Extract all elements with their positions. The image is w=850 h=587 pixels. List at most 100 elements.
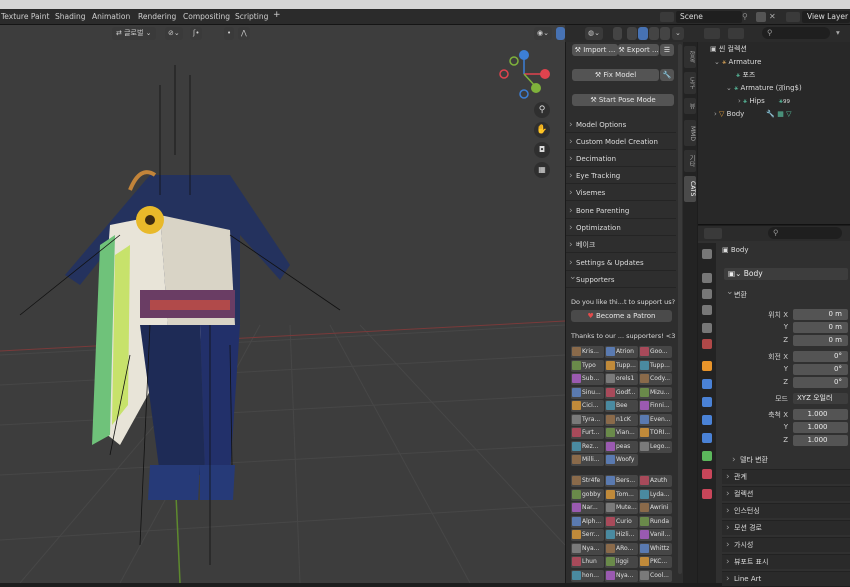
supporter-button[interactable]: Finni... bbox=[639, 400, 672, 412]
outliner-editor-icon[interactable] bbox=[704, 28, 720, 39]
view-layer-tab-icon[interactable] bbox=[702, 305, 712, 315]
section-transform[interactable]: 변환 bbox=[722, 285, 850, 303]
supporter-button[interactable]: Milli... bbox=[571, 454, 604, 466]
grid-icon[interactable]: ▦ bbox=[534, 162, 550, 178]
particles-tab-icon[interactable] bbox=[702, 397, 712, 407]
location-x-field[interactable]: 0 m bbox=[793, 309, 848, 320]
supporter-button[interactable]: Cool... bbox=[639, 569, 672, 582]
section-viewport-display[interactable]: 뷰포트 표시 bbox=[722, 554, 850, 570]
sidebar-scrollbar[interactable] bbox=[678, 44, 682, 574]
armature-row[interactable]: ⌄ ⚹ Armature bbox=[698, 56, 850, 69]
supporter-button[interactable]: Tyra... bbox=[571, 413, 604, 426]
supporter-button[interactable]: Godf... bbox=[605, 386, 638, 399]
tab-scripting[interactable]: Scripting bbox=[235, 12, 268, 21]
camera-icon[interactable]: ◘ bbox=[534, 142, 550, 158]
snap-toggle[interactable]: • bbox=[224, 27, 235, 40]
supporter-button[interactable]: Mizu... bbox=[639, 386, 672, 399]
location-z-field[interactable]: 0 m bbox=[793, 335, 848, 346]
supporter-button[interactable]: hon... bbox=[571, 569, 604, 582]
supporter-button[interactable]: Nya... bbox=[571, 542, 604, 555]
supporter-button[interactable]: Even... bbox=[639, 413, 672, 426]
solid-shading-icon[interactable] bbox=[638, 27, 648, 40]
supporter-button[interactable]: Hizli... bbox=[605, 529, 638, 541]
section-model-options[interactable]: Model Options bbox=[566, 117, 676, 133]
supporter-button[interactable]: Woofy bbox=[605, 454, 638, 466]
rendered-shading-icon[interactable] bbox=[660, 27, 670, 40]
object-tab-icon[interactable] bbox=[702, 361, 712, 371]
texture-tab-icon[interactable] bbox=[702, 489, 712, 499]
section-delta-transform[interactable]: 델타 변환 bbox=[728, 453, 850, 468]
tab-cats[interactable]: CATS bbox=[684, 176, 696, 202]
pivot-dropdown[interactable]: ⊘⌄ bbox=[165, 27, 183, 40]
supporter-button[interactable]: Nya... bbox=[605, 569, 638, 582]
tool-tab-icon[interactable] bbox=[702, 249, 712, 259]
tab-texture-paint[interactable]: Texture Paint bbox=[1, 12, 49, 21]
render-tab-icon[interactable] bbox=[702, 273, 712, 283]
supporter-button[interactable]: Tupp... bbox=[639, 359, 672, 372]
physics-tab-icon[interactable] bbox=[702, 415, 712, 425]
view-layer-icon[interactable] bbox=[786, 12, 800, 22]
material-tab-icon[interactable] bbox=[702, 469, 712, 479]
new-scene-icon[interactable] bbox=[756, 12, 766, 22]
section-visibility[interactable]: 가시성 bbox=[722, 537, 850, 553]
menu-icon[interactable]: ☰ bbox=[660, 44, 674, 56]
section-visemes[interactable]: Visemes bbox=[566, 185, 676, 201]
tab-shading[interactable]: Shading bbox=[55, 12, 85, 21]
proportional-edit-icon[interactable]: ⋀ bbox=[238, 27, 250, 40]
section-optimization[interactable]: Optimization bbox=[566, 220, 676, 236]
supporter-button[interactable]: Str4fe bbox=[571, 475, 604, 487]
add-workspace-button[interactable]: + bbox=[273, 10, 281, 20]
tab-mmd[interactable]: MMD bbox=[684, 120, 696, 146]
supporter-button[interactable]: Mute... bbox=[605, 502, 638, 514]
supporter-button[interactable]: Lego... bbox=[639, 440, 672, 453]
supporter-button[interactable]: Cody... bbox=[639, 373, 672, 385]
rotation-z-field[interactable]: 0° bbox=[793, 377, 848, 388]
3d-viewport[interactable]: ⇄ 글로벌 ⌄ ⊘⌄ ʃ• • ⋀ ◉⌄ ⚲ ✋ ◘ ▦ bbox=[0, 25, 565, 583]
supporter-button[interactable]: Goo... bbox=[639, 346, 672, 358]
supporter-button[interactable]: Sinu... bbox=[571, 386, 604, 399]
pan-hand-icon[interactable]: ✋ bbox=[534, 122, 550, 138]
supporter-button[interactable]: TORI... bbox=[639, 427, 672, 439]
display-mode-icon[interactable] bbox=[728, 28, 744, 39]
supporter-button[interactable]: Rez... bbox=[571, 440, 604, 453]
supporter-button[interactable]: PKC... bbox=[639, 556, 672, 568]
supporter-button[interactable]: liggi bbox=[605, 556, 638, 568]
tab-view[interactable]: 뷰 bbox=[684, 98, 696, 114]
transform-orientation-dropdown[interactable]: ⇄ 글로벌 ⌄ bbox=[112, 27, 156, 40]
supporter-button[interactable]: Lyda... bbox=[639, 488, 672, 501]
tab-compositing[interactable]: Compositing bbox=[183, 12, 230, 21]
section-collections[interactable]: 컬렉션 bbox=[722, 486, 850, 502]
world-tab-icon[interactable] bbox=[702, 339, 712, 349]
supporter-button[interactable]: Serr... bbox=[571, 529, 604, 541]
visibility-dropdown[interactable]: ◉⌄ bbox=[534, 27, 552, 40]
supporter-button[interactable]: Bers... bbox=[605, 475, 638, 487]
supporter-button[interactable]: Furt... bbox=[571, 427, 604, 439]
supporter-button[interactable]: ARo... bbox=[605, 542, 638, 555]
rotation-y-field[interactable]: 0° bbox=[793, 364, 848, 375]
supporter-button[interactable]: orels1 bbox=[605, 373, 638, 385]
snap-dropdown[interactable]: ʃ• bbox=[190, 27, 203, 40]
supporter-button[interactable]: n1cK bbox=[605, 413, 638, 426]
rotation-mode-dropdown[interactable]: XYZ 오일러 bbox=[793, 393, 848, 404]
scale-y-field[interactable]: 1.000 bbox=[793, 422, 848, 433]
section-supporters[interactable]: Supporters bbox=[566, 269, 676, 288]
supporter-button[interactable]: Tom... bbox=[605, 488, 638, 501]
hips-row[interactable]: › ⚹ Hips ⚹99 bbox=[698, 95, 850, 108]
material-shading-icon[interactable] bbox=[649, 27, 659, 40]
supporter-button[interactable]: Vanil... bbox=[639, 529, 672, 541]
supporter-button[interactable]: gobby bbox=[571, 488, 604, 501]
section-decimation[interactable]: Decimation bbox=[566, 151, 676, 167]
scene-field[interactable]: Scene bbox=[676, 11, 742, 23]
supporter-button[interactable]: Curio bbox=[605, 515, 638, 528]
character-model[interactable] bbox=[65, 170, 290, 500]
scene-tab-icon[interactable] bbox=[702, 323, 712, 333]
wireframe-shading-icon[interactable] bbox=[627, 27, 637, 40]
zoom-icon[interactable]: ⚲ bbox=[534, 102, 550, 118]
supporter-button[interactable]: Typo bbox=[571, 359, 604, 372]
supporter-button[interactable]: Nar... bbox=[571, 502, 604, 514]
supporter-button[interactable]: Awrini bbox=[639, 502, 672, 514]
supporter-button[interactable]: Lhun bbox=[571, 556, 604, 568]
tab-rendering[interactable]: Rendering bbox=[138, 12, 176, 21]
export-button[interactable]: ⚒ Export ... bbox=[618, 44, 659, 56]
supporter-button[interactable]: Alph... bbox=[571, 515, 604, 528]
